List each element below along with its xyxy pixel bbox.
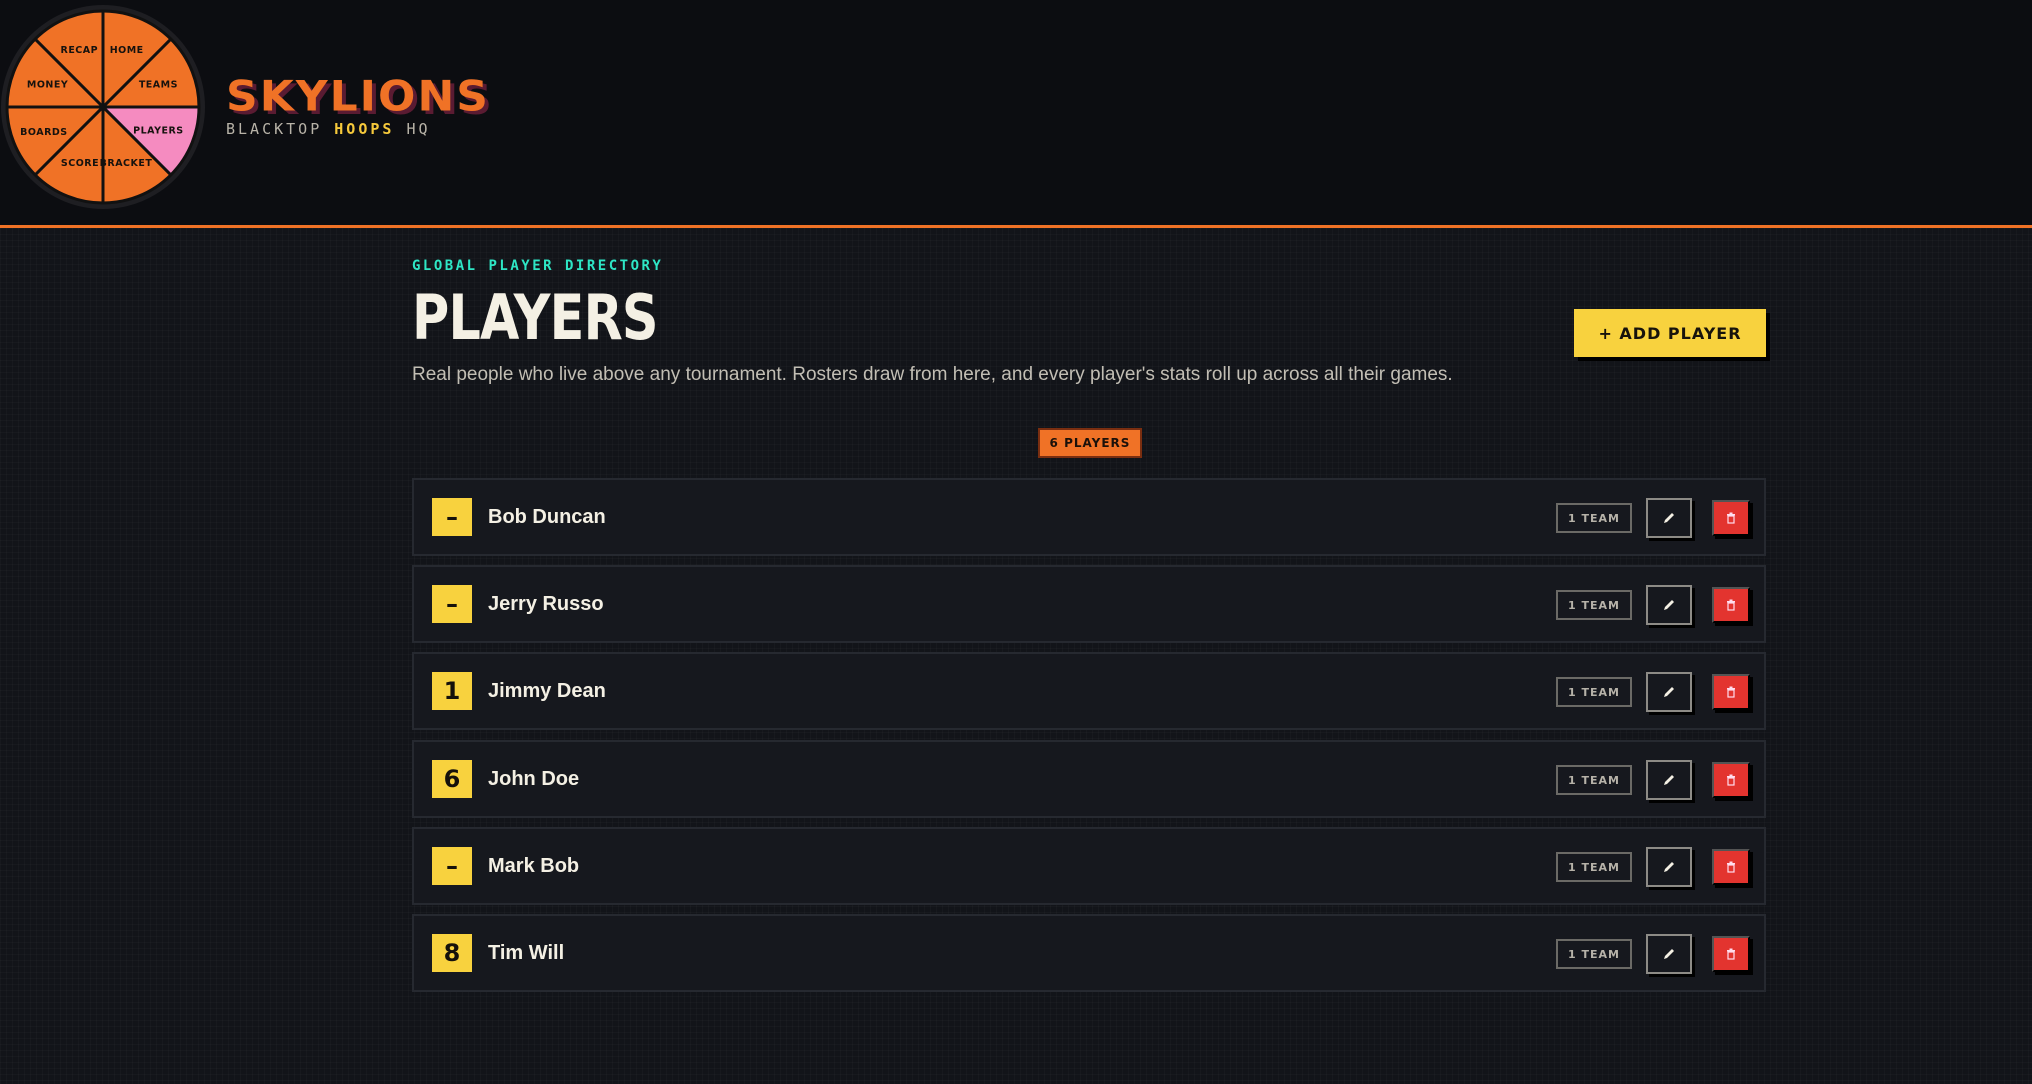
pencil-icon bbox=[1662, 685, 1676, 699]
team-count-badge: 1 TEAM bbox=[1556, 677, 1632, 707]
player-name[interactable]: Jimmy Dean bbox=[488, 680, 606, 703]
edit-player-button[interactable] bbox=[1646, 847, 1692, 887]
page-title: PLAYERS bbox=[412, 281, 659, 354]
team-count-badge: 1 TEAM bbox=[1556, 852, 1632, 882]
nav-wheel-label-recap[interactable]: RECAP bbox=[61, 45, 99, 56]
pencil-icon bbox=[1662, 598, 1676, 612]
player-row[interactable]: – Bob Duncan 1 TEAM bbox=[412, 478, 1766, 556]
edit-player-button[interactable] bbox=[1646, 585, 1692, 625]
brand-tagline-highlight: HOOPS bbox=[334, 120, 395, 138]
player-name[interactable]: Tim Will bbox=[488, 942, 564, 965]
nav-wheel-label-score[interactable]: SCORE bbox=[61, 158, 99, 169]
edit-player-button[interactable] bbox=[1646, 498, 1692, 538]
player-row[interactable]: 6 John Doe 1 TEAM bbox=[412, 740, 1766, 818]
player-row[interactable]: – Mark Bob 1 TEAM bbox=[412, 827, 1766, 905]
page-description: Real people who live above any tournamen… bbox=[412, 364, 1453, 385]
trash-icon bbox=[1726, 599, 1736, 611]
player-name[interactable]: Mark Bob bbox=[488, 855, 579, 878]
delete-player-button[interactable] bbox=[1712, 849, 1750, 885]
nav-wheel-label-money[interactable]: MONEY bbox=[27, 80, 68, 91]
player-row[interactable]: 8 Tim Will 1 TEAM bbox=[412, 914, 1766, 992]
nav-wheel-graphic: RECAP HOME TEAMS PLAYERS BRACKETSCORE BOARDS M… bbox=[1, 5, 205, 209]
team-count-badge: 1 TEAM bbox=[1556, 765, 1632, 795]
nav-wheel-label-boards[interactable]: BOARDS bbox=[20, 127, 67, 138]
player-name[interactable]: Bob Duncan bbox=[488, 506, 606, 529]
app-header: RECAP HOME TEAMS PLAYERS BRACKET SCORE BOARDS M… bbox=[0, 0, 2032, 228]
edit-player-button[interactable] bbox=[1646, 760, 1692, 800]
player-row[interactable]: – Jerry Russo 1 TEAM bbox=[412, 565, 1766, 643]
delete-player-button[interactable] bbox=[1712, 762, 1750, 798]
team-count-badge: 1 TEAM bbox=[1556, 590, 1632, 620]
jersey-number: – bbox=[432, 498, 472, 536]
page-eyebrow: GLOBAL PLAYER DIRECTORY bbox=[412, 258, 664, 274]
team-count-badge: 1 TEAM bbox=[1556, 939, 1632, 969]
trash-icon bbox=[1726, 774, 1736, 786]
brand-name: SKYLIONS bbox=[226, 72, 490, 121]
pencil-icon bbox=[1662, 860, 1676, 874]
player-name[interactable]: John Doe bbox=[488, 768, 579, 791]
player-name[interactable]: Jerry Russo bbox=[488, 593, 604, 616]
trash-icon bbox=[1726, 512, 1736, 524]
brand-tagline-pre: BLACKTOP bbox=[226, 120, 335, 138]
edit-player-button[interactable] bbox=[1646, 934, 1692, 974]
edit-player-button[interactable] bbox=[1646, 672, 1692, 712]
add-player-button[interactable]: + ADD PLAYER bbox=[1574, 309, 1766, 357]
nav-wheel-label-teams[interactable]: TEAMS bbox=[139, 80, 178, 91]
nav-wheel-label-bracket[interactable]: BRACKET bbox=[100, 158, 153, 169]
pencil-icon bbox=[1662, 511, 1676, 525]
brand-tagline: BLACKTOP HOOPS HQ bbox=[226, 120, 490, 138]
delete-player-button[interactable] bbox=[1712, 500, 1750, 536]
delete-player-button[interactable] bbox=[1712, 587, 1750, 623]
delete-player-button[interactable] bbox=[1712, 674, 1750, 710]
jersey-number: – bbox=[432, 585, 472, 623]
trash-icon bbox=[1726, 686, 1736, 698]
jersey-number: – bbox=[432, 847, 472, 885]
pencil-icon bbox=[1662, 947, 1676, 961]
trash-icon bbox=[1726, 948, 1736, 960]
brand-tagline-post: HQ bbox=[394, 120, 431, 138]
nav-wheel-label-home[interactable]: HOME bbox=[110, 45, 144, 56]
nav-wheel: RECAP HOME TEAMS PLAYERS BRACKET SCORE BOARDS M… bbox=[0, 4, 207, 211]
pencil-icon bbox=[1662, 773, 1676, 787]
player-row[interactable]: 1 Jimmy Dean 1 TEAM bbox=[412, 652, 1766, 730]
team-count-badge: 1 TEAM bbox=[1556, 503, 1632, 533]
brand-logo[interactable]: SKYLIONS BLACKTOP HOOPS HQ bbox=[226, 74, 490, 138]
trash-icon bbox=[1726, 861, 1736, 873]
nav-wheel-label-players[interactable]: PLAYERS bbox=[133, 126, 184, 137]
player-count-badge: 6 PLAYERS bbox=[1038, 428, 1142, 458]
jersey-number: 1 bbox=[432, 672, 472, 710]
jersey-number: 6 bbox=[432, 760, 472, 798]
jersey-number: 8 bbox=[432, 934, 472, 972]
delete-player-button[interactable] bbox=[1712, 936, 1750, 972]
